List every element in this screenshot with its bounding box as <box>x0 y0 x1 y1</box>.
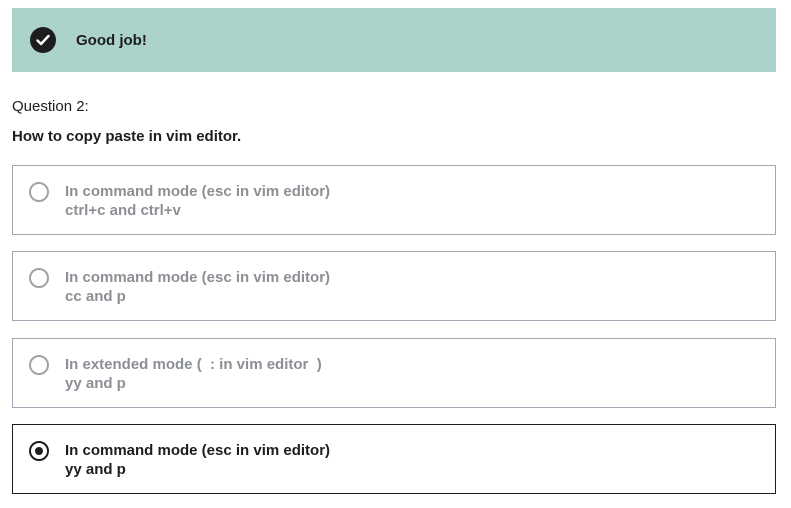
answer-line-1: In command mode (esc in vim editor) <box>65 442 331 459</box>
answer-line-2: yy and p <box>65 375 126 392</box>
answer-line-1: In command mode (esc in vim editor) <box>65 269 331 286</box>
answer-option-4[interactable]: In command mode (esc in vim editor) yy a… <box>12 424 776 494</box>
answer-line-2: yy and p <box>65 461 126 478</box>
answer-label: In extended mode ( : in vim editor ) yy … <box>65 355 322 393</box>
answer-label: In command mode (esc in vim editor) cc a… <box>65 268 330 306</box>
answer-option-3[interactable]: In extended mode ( : in vim editor ) yy … <box>12 338 776 408</box>
radio-dot-icon <box>35 447 43 455</box>
answer-line-2: ctrl+c and ctrl+v <box>65 202 181 219</box>
answer-label: In command mode (esc in vim editor) yy a… <box>65 441 330 479</box>
radio-button[interactable] <box>29 182 49 202</box>
banner-message: Good job! <box>76 31 147 49</box>
answer-line-2: cc and p <box>65 288 126 305</box>
answer-label: In command mode (esc in vim editor) ctrl… <box>65 182 330 220</box>
answer-line-1: In extended mode ( : in vim editor ) <box>65 356 322 373</box>
check-circle-icon <box>30 27 56 53</box>
question-number: Question 2: <box>12 98 89 115</box>
answer-line-1: In command mode (esc in vim editor) <box>65 183 331 200</box>
radio-button[interactable] <box>29 355 49 375</box>
answer-option-1[interactable]: In command mode (esc in vim editor) ctrl… <box>12 165 776 235</box>
radio-button-selected[interactable] <box>29 441 49 461</box>
question-text: How to copy paste in vim editor. <box>12 128 242 145</box>
radio-button[interactable] <box>29 268 49 288</box>
success-banner: Good job! <box>12 8 776 72</box>
answer-option-2[interactable]: In command mode (esc in vim editor) cc a… <box>12 251 776 321</box>
